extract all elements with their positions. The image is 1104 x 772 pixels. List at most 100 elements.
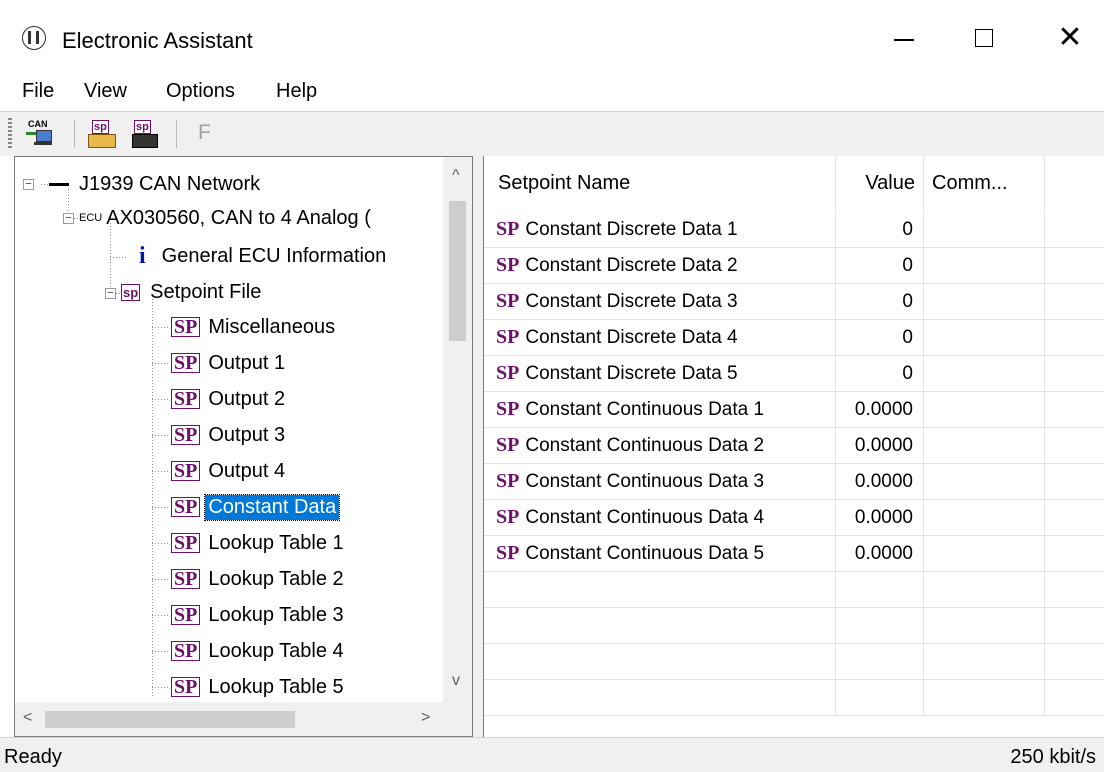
toolbar-grip[interactable]	[8, 118, 12, 150]
menu-view[interactable]: View	[84, 80, 127, 103]
tree-item-output-3[interactable]: SP Output 3	[171, 418, 285, 452]
tree-item-setpoint-file[interactable]: sp Setpoint File	[121, 275, 261, 309]
tree-item-ecu[interactable]: ECU AX030560, CAN to 4 Analog (	[79, 201, 371, 235]
setpoint-value[interactable]: 0.0000	[836, 392, 924, 427]
tree-view[interactable]: − J1939 CAN Network − ECU AX030560, CAN …	[14, 156, 473, 737]
setpoint-value[interactable]: 0	[836, 284, 924, 319]
save-setpoint-button[interactable]: sp	[128, 118, 162, 150]
ecu-icon: ECU	[79, 212, 103, 224]
tree-item-output-2[interactable]: SP Output 2	[171, 382, 285, 416]
open-setpoint-button[interactable]: sp	[86, 118, 120, 150]
setpoint-icon: SP	[171, 317, 201, 337]
tree-item-label: Lookup Table 2	[208, 567, 344, 590]
tree-item-label-selected: Constant Data	[204, 493, 341, 521]
setpoint-icon: SP	[496, 542, 520, 564]
table-row[interactable]: SP Constant Discrete Data 4 0	[484, 320, 1104, 356]
table-row[interactable]: SP Constant Discrete Data 3 0	[484, 284, 1104, 320]
column-header-setpoint-name[interactable]: Setpoint Name	[484, 156, 836, 210]
toolbar-separator	[176, 120, 177, 148]
tree-item-label: Lookup Table 4	[208, 639, 344, 662]
tree-item-lookup-table-3[interactable]: SP Lookup Table 3	[171, 598, 344, 632]
tree-item-label: J1939 CAN Network	[79, 172, 261, 195]
menu-file[interactable]: File	[22, 80, 54, 103]
column-header-value[interactable]: Value	[836, 156, 924, 210]
close-icon: ✕	[1057, 21, 1083, 54]
setpoint-comment[interactable]	[924, 392, 1045, 427]
expand-ecu-toggle[interactable]: −	[63, 213, 74, 224]
table-row[interactable]: SP Constant Continuous Data 1 0.0000	[484, 392, 1104, 428]
scrollbar-corner	[443, 702, 472, 736]
vertical-scroll-thumb[interactable]	[449, 201, 466, 341]
tree-horizontal-scrollbar[interactable]: < >	[15, 702, 443, 736]
minimize-button[interactable]	[874, 14, 934, 62]
flash-button[interactable]: F	[186, 118, 220, 150]
setpoint-value[interactable]: 0.0000	[836, 464, 924, 499]
maximize-icon	[975, 29, 993, 47]
setpoint-comment[interactable]	[924, 536, 1045, 571]
setpoint-comment[interactable]	[924, 428, 1045, 463]
table-row[interactable]: SP Constant Continuous Data 2 0.0000	[484, 428, 1104, 464]
setpoint-comment[interactable]	[924, 212, 1045, 247]
table-row[interactable]: SP Constant Continuous Data 5 0.0000	[484, 536, 1104, 572]
setpoint-comment[interactable]	[924, 320, 1045, 355]
setpoint-value[interactable]: 0	[836, 212, 924, 247]
can-connect-button[interactable]: CAN	[22, 118, 56, 150]
column-header-comment[interactable]: Comm...	[924, 156, 1045, 210]
expand-network-toggle[interactable]: −	[23, 179, 34, 190]
setpoint-icon: SP	[171, 605, 201, 625]
setpoint-icon: SP	[496, 506, 520, 528]
table-row[interactable]: SP Constant Continuous Data 3 0.0000	[484, 464, 1104, 500]
scroll-left-icon[interactable]: <	[23, 709, 32, 727]
setpoint-comment[interactable]	[924, 356, 1045, 391]
tree-item-lookup-table-2[interactable]: SP Lookup Table 2	[171, 562, 344, 596]
menu-options[interactable]: Options	[166, 80, 235, 103]
tree-item-label: Output 1	[208, 351, 286, 374]
baud-rate-indicator: 250 kbit/s	[1010, 746, 1096, 768]
setpoint-icon: SP	[496, 254, 520, 276]
setpoint-name: Constant Continuous Data 5	[525, 542, 765, 564]
tree-item-output-4[interactable]: SP Output 4	[171, 454, 285, 488]
status-text: Ready	[4, 746, 62, 768]
pane-splitter[interactable]	[473, 156, 483, 737]
tree-item-miscellaneous[interactable]: SP Miscellaneous	[171, 310, 335, 344]
scroll-down-icon[interactable]: v	[452, 672, 460, 690]
table-row[interactable]: SP Constant Discrete Data 2 0	[484, 248, 1104, 284]
setpoint-value[interactable]: 0.0000	[836, 536, 924, 571]
menu-help[interactable]: Help	[276, 80, 317, 103]
maximize-button[interactable]	[954, 14, 1014, 62]
close-button[interactable]: ✕	[1040, 14, 1100, 62]
setpoint-icon: SP	[496, 398, 520, 420]
menu-bar: File View Options Help	[0, 72, 1104, 112]
tree-item-lookup-table-1[interactable]: SP Lookup Table 1	[171, 526, 344, 560]
setpoint-comment[interactable]	[924, 284, 1045, 319]
setpoint-name: Constant Discrete Data 5	[525, 362, 738, 384]
setpoint-value[interactable]: 0	[836, 356, 924, 391]
setpoint-name: Constant Discrete Data 4	[525, 326, 738, 348]
horizontal-scroll-thumb[interactable]	[45, 711, 295, 728]
tree-item-label: General ECU Information	[161, 244, 387, 267]
table-row[interactable]: SP Constant Discrete Data 1 0	[484, 212, 1104, 248]
setpoint-icon: SP	[496, 290, 520, 312]
scroll-up-icon[interactable]: ^	[452, 167, 460, 185]
scroll-right-icon[interactable]: >	[421, 709, 430, 727]
open-setpoint-icon: sp	[92, 120, 109, 134]
setpoint-value[interactable]: 0	[836, 320, 924, 355]
tree-item-lookup-table-4[interactable]: SP Lookup Table 4	[171, 634, 344, 668]
tree-item-lookup-table-5[interactable]: SP Lookup Table 5	[171, 670, 344, 704]
tree-item-network[interactable]: J1939 CAN Network	[49, 167, 260, 201]
table-row[interactable]: SP Constant Continuous Data 4 0.0000	[484, 500, 1104, 536]
tree-vertical-scrollbar[interactable]: ^ v	[443, 157, 472, 702]
setpoint-value[interactable]: 0	[836, 248, 924, 283]
tree-item-general-info[interactable]: i General ECU Information	[129, 239, 386, 273]
setpoint-comment[interactable]	[924, 464, 1045, 499]
expand-setpoint-file-toggle[interactable]: −	[105, 288, 116, 299]
setpoint-name: Constant Continuous Data 3	[525, 470, 765, 492]
tree-item-output-1[interactable]: SP Output 1	[171, 346, 285, 380]
setpoint-value[interactable]: 0.0000	[836, 500, 924, 535]
setpoint-comment[interactable]	[924, 500, 1045, 535]
empty-row	[484, 608, 1104, 644]
setpoint-comment[interactable]	[924, 248, 1045, 283]
table-row[interactable]: SP Constant Discrete Data 5 0	[484, 356, 1104, 392]
tree-item-constant-data[interactable]: SP Constant Data	[171, 490, 341, 524]
setpoint-value[interactable]: 0.0000	[836, 428, 924, 463]
